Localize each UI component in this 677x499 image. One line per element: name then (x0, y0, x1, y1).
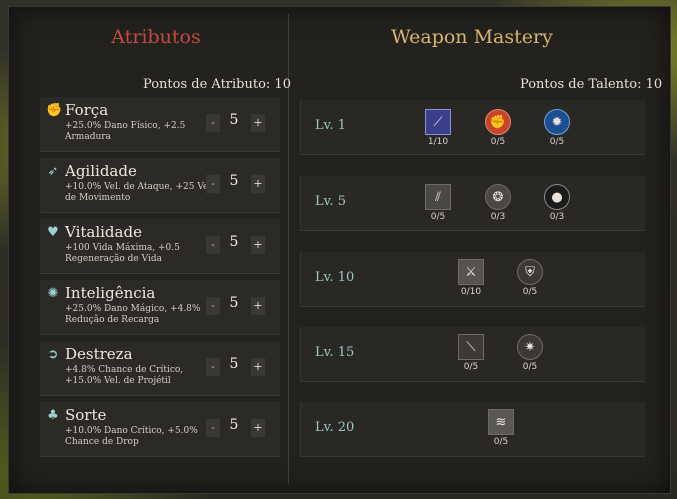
skill-slot[interactable]: ⚔ 0/10 (456, 259, 486, 297)
attribute-value: 5 (229, 234, 239, 250)
attribute-row-agilidade: ➶ Agilidade +10.0% Vel. de Ataque, +25 V… (40, 158, 280, 213)
attribute-description: +10.0% Dano Crítico, +5.0% Chance de Dro… (65, 426, 198, 447)
skill-rank: 0/5 (463, 362, 479, 372)
skill-slot[interactable]: ⟍ 0/5 (456, 334, 486, 372)
attribute-description: +100 Vida Máxima, +0.5 Regeneração de Vi… (65, 243, 180, 264)
mastery-tier-lv20: Lv. 20 ≋ 0/5 (300, 402, 645, 457)
skill-slot[interactable]: ✊ 0/5 (483, 109, 513, 147)
attribute-description: +25.0% Dano Mágico, +4.8% Redução de Rec… (65, 304, 201, 325)
skill-rank: 0/3 (490, 212, 506, 222)
attribute-description: +4.8% Chance de Crítico, +15.0% Vel. de … (65, 365, 184, 386)
increase-button[interactable]: + (251, 114, 265, 132)
mastery-tier-lv15: Lv. 15 ⟍ 0/5 ✷ 0/5 (300, 327, 645, 382)
tier-level-label: Lv. 20 (315, 420, 355, 435)
skill-slot[interactable]: ❂ 0/3 (483, 184, 513, 222)
skill-rank: 0/5 (430, 212, 446, 222)
attribute-description: +10.0% Vel. de Ataque, +25 Vel. de Movim… (65, 182, 215, 203)
brain-icon: ✺ (47, 286, 59, 301)
tier-level-label: Lv. 15 (315, 345, 355, 360)
decrease-button[interactable]: - (206, 114, 220, 132)
blade-icon[interactable]: ⟍ (458, 334, 484, 360)
tier-level-label: Lv. 1 (315, 118, 346, 133)
weapon-mastery-title: Weapon Mastery (391, 26, 553, 48)
skill-rank: 0/5 (493, 437, 509, 447)
attribute-row-forca: ✊ Força +25.0% Dano Físico, +2.5 Armadur… (40, 97, 280, 152)
talent-points-label: Pontos de Talento: 10 (520, 77, 663, 92)
attribute-row-vitalidade: ♥ Vitalidade +100 Vida Máxima, +0.5 Rege… (40, 219, 280, 274)
attribute-value: 5 (229, 295, 239, 311)
increase-button[interactable]: + (251, 419, 265, 437)
tier-level-label: Lv. 5 (315, 194, 346, 209)
tier-level-label: Lv. 10 (315, 270, 355, 285)
slash-marks-icon[interactable]: ⫽ (425, 184, 451, 210)
target-arrow-icon: ➲ (47, 347, 59, 362)
skill-rank: 0/5 (549, 137, 565, 147)
shield-cross-icon[interactable]: ⛨ (517, 259, 543, 285)
decrease-button[interactable]: - (206, 175, 220, 193)
spiky-emblem-icon[interactable]: ✷ (517, 334, 543, 360)
crossed-swords-icon[interactable]: ⚔ (458, 259, 484, 285)
mastery-tier-lv10: Lv. 10 ⚔ 0/10 ⛨ 0/5 (300, 252, 645, 307)
swirl-icon[interactable]: ❂ (485, 184, 511, 210)
mastery-tier-lv1: Lv. 1 ⟋ 1/10 ✊ 0/5 ✹ 0/5 (300, 100, 645, 155)
sword-slash-icon[interactable]: ⟋ (425, 109, 451, 135)
wind-slash-icon[interactable]: ≋ (488, 409, 514, 435)
attribute-row-sorte: ♣ Sorte +10.0% Dano Crítico, +5.0% Chanc… (40, 402, 280, 457)
dash-icon: ➶ (47, 164, 59, 179)
heart-icon: ♥ (47, 225, 59, 240)
attribute-value: 5 (229, 417, 239, 433)
attribute-value: 5 (229, 112, 239, 128)
skill-rank: 0/5 (490, 137, 506, 147)
attribute-name: Inteligência (65, 284, 156, 302)
skill-rank: 0/10 (460, 287, 482, 297)
decrease-button[interactable]: - (206, 297, 220, 315)
skill-slot[interactable]: ● 0/3 (542, 184, 572, 222)
attribute-row-inteligencia: ✺ Inteligência +25.0% Dano Mágico, +4.8%… (40, 280, 280, 335)
decrease-button[interactable]: - (206, 236, 220, 254)
mastery-tier-lv5: Lv. 5 ⫽ 0/5 ❂ 0/3 ● 0/3 (300, 176, 645, 231)
skill-slot[interactable]: ⫽ 0/5 (423, 184, 453, 222)
skill-rank: 0/3 (549, 212, 565, 222)
attribute-row-destreza: ➲ Destreza +4.8% Chance de Crítico, +15.… (40, 341, 280, 396)
attribute-name: Sorte (65, 406, 107, 424)
skill-rank: 0/5 (522, 287, 538, 297)
skill-slot[interactable]: ⛨ 0/5 (515, 259, 545, 297)
attribute-value: 5 (229, 173, 239, 189)
attribute-name: Força (65, 101, 109, 119)
decrease-button[interactable]: - (206, 358, 220, 376)
increase-button[interactable]: + (251, 175, 265, 193)
attribute-name: Destreza (65, 345, 133, 363)
clover-icon: ♣ (47, 408, 59, 423)
increase-button[interactable]: + (251, 297, 265, 315)
blue-burst-icon[interactable]: ✹ (544, 109, 570, 135)
attribute-name: Vitalidade (65, 223, 142, 241)
increase-button[interactable]: + (251, 236, 265, 254)
muscle-icon[interactable]: ✊ (485, 109, 511, 135)
skill-rank: 0/5 (522, 362, 538, 372)
dark-orb-icon[interactable]: ● (544, 184, 570, 210)
attribute-points-label: Pontos de Atributo: 10 (143, 77, 291, 92)
skill-rank: 1/10 (427, 137, 449, 147)
decrease-button[interactable]: - (206, 419, 220, 437)
attributes-title: Atributos (111, 26, 201, 48)
skill-slot[interactable]: ✹ 0/5 (542, 109, 572, 147)
attribute-name: Agilidade (65, 162, 137, 180)
attribute-value: 5 (229, 356, 239, 372)
increase-button[interactable]: + (251, 358, 265, 376)
skill-slot[interactable]: ✷ 0/5 (515, 334, 545, 372)
fist-icon: ✊ (46, 103, 63, 118)
attribute-description: +25.0% Dano Físico, +2.5 Armadura (65, 121, 186, 142)
skill-slot[interactable]: ≋ 0/5 (486, 409, 516, 447)
skill-slot[interactable]: ⟋ 1/10 (423, 109, 453, 147)
